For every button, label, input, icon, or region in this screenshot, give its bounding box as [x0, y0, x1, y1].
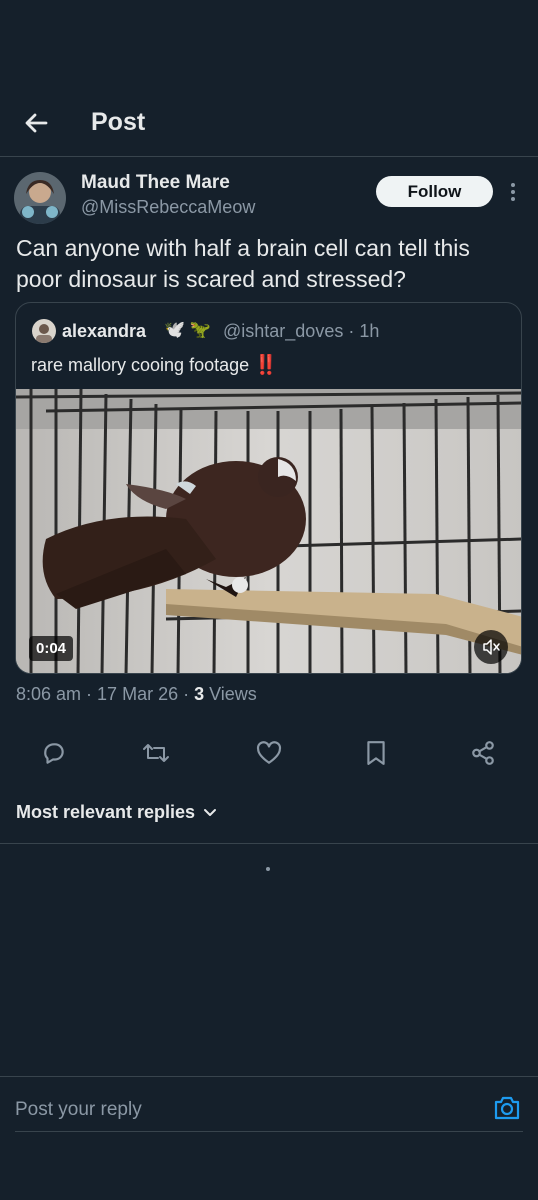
- quoted-author-name: alexandra: [62, 321, 147, 341]
- meta-separator: ·: [178, 684, 195, 704]
- more-vertical-icon: [511, 183, 515, 201]
- composer-divider: [0, 1076, 538, 1077]
- video-thumbnail: [16, 389, 521, 673]
- header-divider: [0, 156, 538, 157]
- quoted-text-body: rare mallory cooing footage: [31, 355, 250, 375]
- camera-icon: [494, 1096, 520, 1120]
- arrow-left-icon: [25, 113, 48, 133]
- loading-indicator: [266, 867, 270, 871]
- replies-sort-label: Most relevant replies: [16, 802, 196, 822]
- author-display-name[interactable]: Maud Thee Mare: [81, 172, 230, 194]
- reply-button[interactable]: [36, 737, 72, 769]
- top-app-bar: [0, 95, 538, 155]
- bookmark-button[interactable]: [358, 737, 394, 769]
- video-player[interactable]: 0:04: [16, 389, 521, 673]
- post-metadata: 8:06 am · 17 Mar 26 · 3 Views: [16, 684, 257, 705]
- reply-composer: [0, 1076, 538, 1200]
- repost-button[interactable]: [138, 737, 174, 769]
- volume-muted-icon: [483, 639, 500, 655]
- quoted-author-handle-time: @ishtar_doves · 1h: [223, 321, 379, 342]
- reply-input-underline: [15, 1131, 523, 1132]
- reply-icon: [44, 743, 64, 764]
- video-duration-badge: 0:04: [29, 636, 73, 661]
- like-icon: [256, 741, 282, 764]
- reply-input[interactable]: [15, 1096, 495, 1124]
- author-handle[interactable]: @MissRebeccaMeow: [81, 197, 255, 218]
- post-time: 8:06 am: [16, 684, 82, 704]
- more-options-button[interactable]: [502, 180, 524, 204]
- quoted-post-time: · 1h: [348, 321, 380, 341]
- camera-button[interactable]: [492, 1094, 524, 1124]
- quoted-author-emojis: 🕊️ 🦖: [164, 320, 212, 339]
- quoted-author-handle: @ishtar_doves: [223, 321, 344, 341]
- chevron-down-icon: [204, 808, 217, 816]
- like-button[interactable]: [251, 737, 287, 769]
- views-label: Views: [204, 684, 257, 704]
- post-text: Can anyone with half a brain cell can te…: [16, 235, 470, 292]
- replies-divider: [0, 843, 538, 844]
- replies-sort-dropdown[interactable]: Most relevant replies: [16, 802, 217, 823]
- share-icon: [472, 741, 494, 765]
- follow-button[interactable]: Follow: [376, 176, 493, 207]
- views-count: 3: [194, 684, 205, 704]
- mute-toggle-button[interactable]: [474, 630, 508, 664]
- post-date: 17 Mar 26: [97, 684, 179, 704]
- bookmark-icon: [367, 741, 385, 765]
- page-title: Post: [91, 108, 146, 136]
- share-button[interactable]: [465, 737, 501, 769]
- meta-separator: ·: [81, 684, 98, 704]
- author-avatar[interactable]: [14, 172, 66, 224]
- quoted-post[interactable]: alexandra 🕊️ 🦖 @ishtar_doves · 1h rare m…: [15, 302, 522, 674]
- repost-icon: [143, 744, 169, 762]
- quoted-author-avatar: [32, 319, 56, 343]
- double-exclamation-emoji: ‼️: [254, 355, 278, 376]
- quoted-post-text: rare mallory cooing footage ‼️: [31, 353, 278, 377]
- back-button[interactable]: [20, 107, 52, 139]
